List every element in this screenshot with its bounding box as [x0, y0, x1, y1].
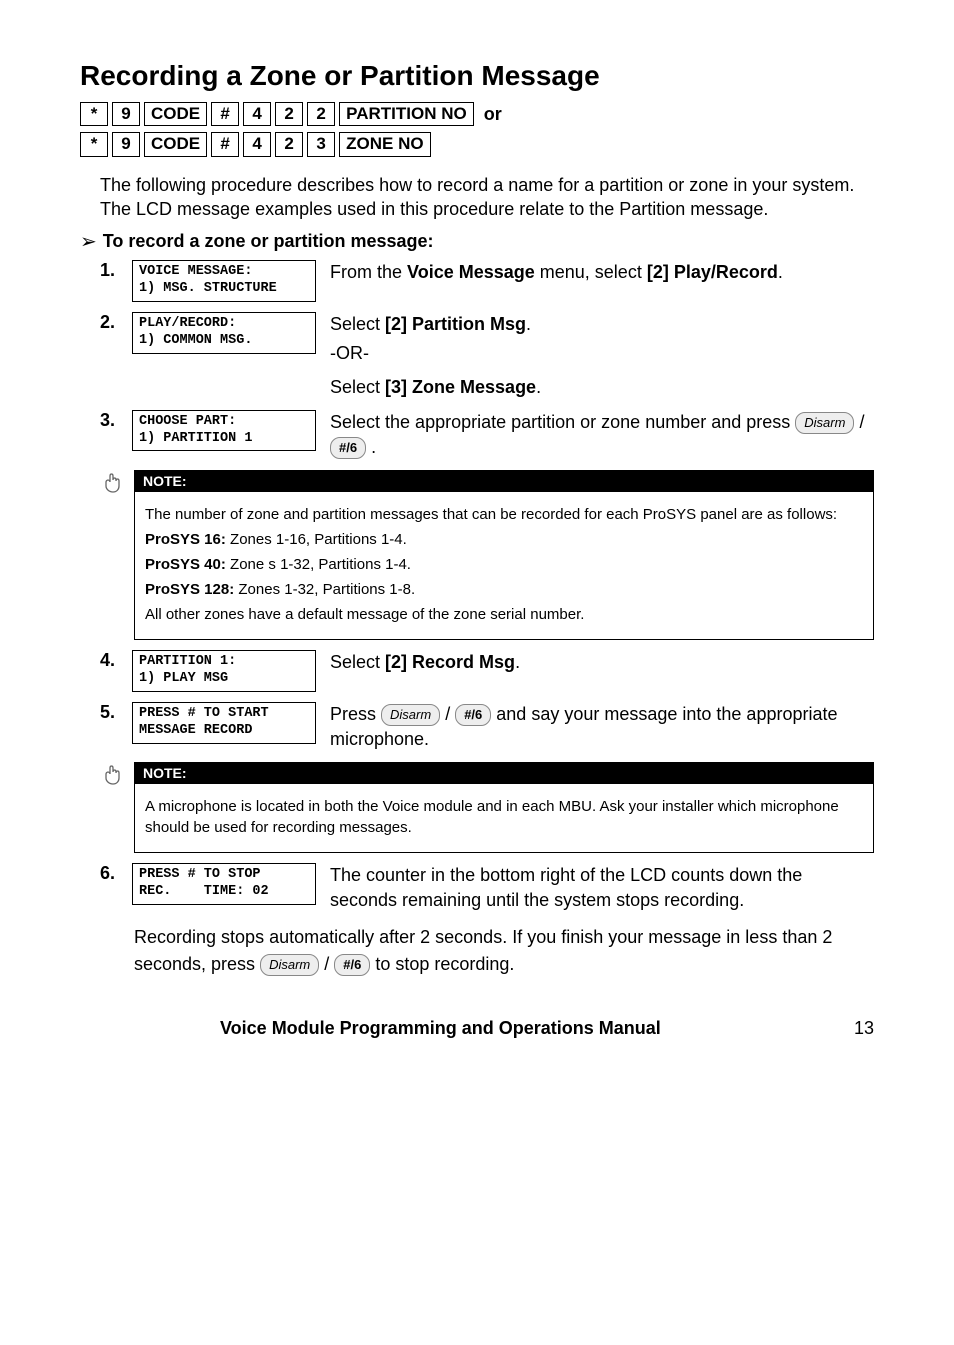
- key-star: *: [80, 102, 108, 126]
- step-body: Select the appropriate partition or zone…: [330, 410, 874, 460]
- step-number: 2.: [100, 312, 118, 333]
- note-body: A microphone is located in both the Voic…: [134, 784, 874, 853]
- key-9: 9: [112, 132, 140, 156]
- bold-text: ProSYS 128:: [145, 581, 234, 598]
- step-number: 3.: [100, 410, 118, 431]
- note-body: The number of zone and partition message…: [134, 492, 874, 640]
- step-number: 1.: [100, 260, 118, 281]
- step-number: 4.: [100, 650, 118, 671]
- text: From the: [330, 262, 407, 282]
- key-9: 9: [112, 102, 140, 126]
- text: Zones 1-16, Partitions 1-4.: [226, 531, 407, 548]
- keypad-sequence-partition: * 9 CODE # 4 2 2 PARTITION NO or: [80, 102, 874, 126]
- key-2: 2: [275, 132, 303, 156]
- lcd-display: PRESS # TO STOP REC. TIME: 02: [132, 863, 316, 905]
- arrow-icon: ➢: [80, 232, 97, 252]
- page-title: Recording a Zone or Partition Message: [80, 60, 874, 92]
- note-hand-icon: [100, 762, 124, 786]
- text: Zones 1-32, Partitions 1-8.: [234, 581, 415, 598]
- text: menu, select: [535, 262, 647, 282]
- step-5: 5. PRESS # TO START MESSAGE RECORD Press…: [100, 702, 874, 752]
- key-hash: #: [211, 102, 239, 126]
- text: Select: [330, 377, 385, 397]
- text: Select the appropriate partition or zone…: [330, 412, 795, 432]
- note-block-1: NOTE: The number of zone and partition m…: [134, 470, 874, 640]
- hash-6-key-icon: #/6: [330, 437, 366, 459]
- disarm-key-icon: Disarm: [260, 954, 319, 976]
- step-body: Select [2] Record Msg.: [330, 650, 874, 675]
- lcd-display: VOICE MESSAGE: 1) MSG. STRUCTURE: [132, 260, 316, 302]
- text: Select: [330, 314, 385, 334]
- note-text: All other zones have a default message o…: [145, 604, 863, 625]
- key-4: 4: [243, 132, 271, 156]
- keypad-sequence-zone: * 9 CODE # 4 2 3 ZONE NO: [80, 132, 874, 156]
- lcd-display: PARTITION 1: 1) PLAY MSG: [132, 650, 316, 692]
- key-hash: #: [211, 132, 239, 156]
- step-6: 6. PRESS # TO STOP REC. TIME: 02 The cou…: [100, 863, 874, 913]
- intro-paragraph: The following procedure describes how to…: [100, 173, 874, 222]
- key-partition-no: PARTITION NO: [339, 102, 474, 126]
- step-number: 6.: [100, 863, 118, 884]
- step-1: 1. VOICE MESSAGE: 1) MSG. STRUCTURE From…: [100, 260, 874, 302]
- text: /: [854, 412, 864, 432]
- text: .: [526, 314, 531, 334]
- key-3: 3: [307, 132, 335, 156]
- key-code: CODE: [144, 132, 207, 156]
- bold-text: [2] Record Msg: [385, 652, 515, 672]
- step-body: Press Disarm / #/6 and say your message …: [330, 702, 874, 752]
- bold-text: [3] Zone Message: [385, 377, 536, 397]
- disarm-key-icon: Disarm: [381, 704, 440, 726]
- note-text: The number of zone and partition message…: [145, 504, 863, 525]
- text: to stop recording.: [370, 954, 514, 974]
- step-body: From the Voice Message menu, select [2] …: [330, 260, 874, 285]
- step-number: 5.: [100, 702, 118, 723]
- or-label: or: [484, 104, 502, 125]
- step-2: 2. PLAY/RECORD: 1) COMMON MSG. Select [2…: [100, 312, 874, 400]
- note-text: A microphone is located in both the Voic…: [145, 796, 863, 838]
- text: .: [778, 262, 783, 282]
- note-block-2: NOTE: A microphone is located in both th…: [134, 762, 874, 853]
- text: Zone s 1-32, Partitions 1-4.: [226, 556, 411, 573]
- text: /: [319, 954, 334, 974]
- key-2: 2: [275, 102, 303, 126]
- step-4: 4. PARTITION 1: 1) PLAY MSG Select [2] R…: [100, 650, 874, 692]
- step-body: Select [2] Partition Msg. -OR- Select [3…: [330, 312, 874, 400]
- note-label: NOTE:: [134, 762, 874, 784]
- lcd-display: PRESS # TO START MESSAGE RECORD: [132, 702, 316, 744]
- text: .: [366, 437, 376, 457]
- lcd-display: PLAY/RECORD: 1) COMMON MSG.: [132, 312, 316, 354]
- footer-title: Voice Module Programming and Operations …: [220, 1018, 661, 1039]
- note-label: NOTE:: [134, 470, 874, 492]
- text: .: [536, 377, 541, 397]
- page-footer: Voice Module Programming and Operations …: [80, 1018, 874, 1039]
- text: Press: [330, 704, 381, 724]
- bold-text: [2] Play/Record: [647, 262, 778, 282]
- bold-text: ProSYS 16:: [145, 531, 226, 548]
- key-4: 4: [243, 102, 271, 126]
- note-hand-icon: [100, 470, 124, 494]
- text: /: [440, 704, 455, 724]
- text: .: [515, 652, 520, 672]
- page-number: 13: [854, 1018, 874, 1039]
- key-star: *: [80, 132, 108, 156]
- key-zone-no: ZONE NO: [339, 132, 430, 156]
- text: Select: [330, 652, 385, 672]
- bold-text: ProSYS 40:: [145, 556, 226, 573]
- or-text: -OR-: [330, 341, 874, 366]
- disarm-key-icon: Disarm: [795, 412, 854, 434]
- key-2: 2: [307, 102, 335, 126]
- procedure-heading: To record a zone or partition message:: [103, 231, 434, 252]
- step-body: The counter in the bottom right of the L…: [330, 863, 874, 913]
- hash-6-key-icon: #/6: [334, 954, 370, 976]
- key-code: CODE: [144, 102, 207, 126]
- bold-text: [2] Partition Msg: [385, 314, 526, 334]
- step-3: 3. CHOOSE PART: 1) PARTITION 1 Select th…: [100, 410, 874, 460]
- bold-text: Voice Message: [407, 262, 535, 282]
- hash-6-key-icon: #/6: [455, 704, 491, 726]
- lcd-display: CHOOSE PART: 1) PARTITION 1: [132, 410, 316, 452]
- tail-paragraph: Recording stops automatically after 2 se…: [134, 924, 874, 978]
